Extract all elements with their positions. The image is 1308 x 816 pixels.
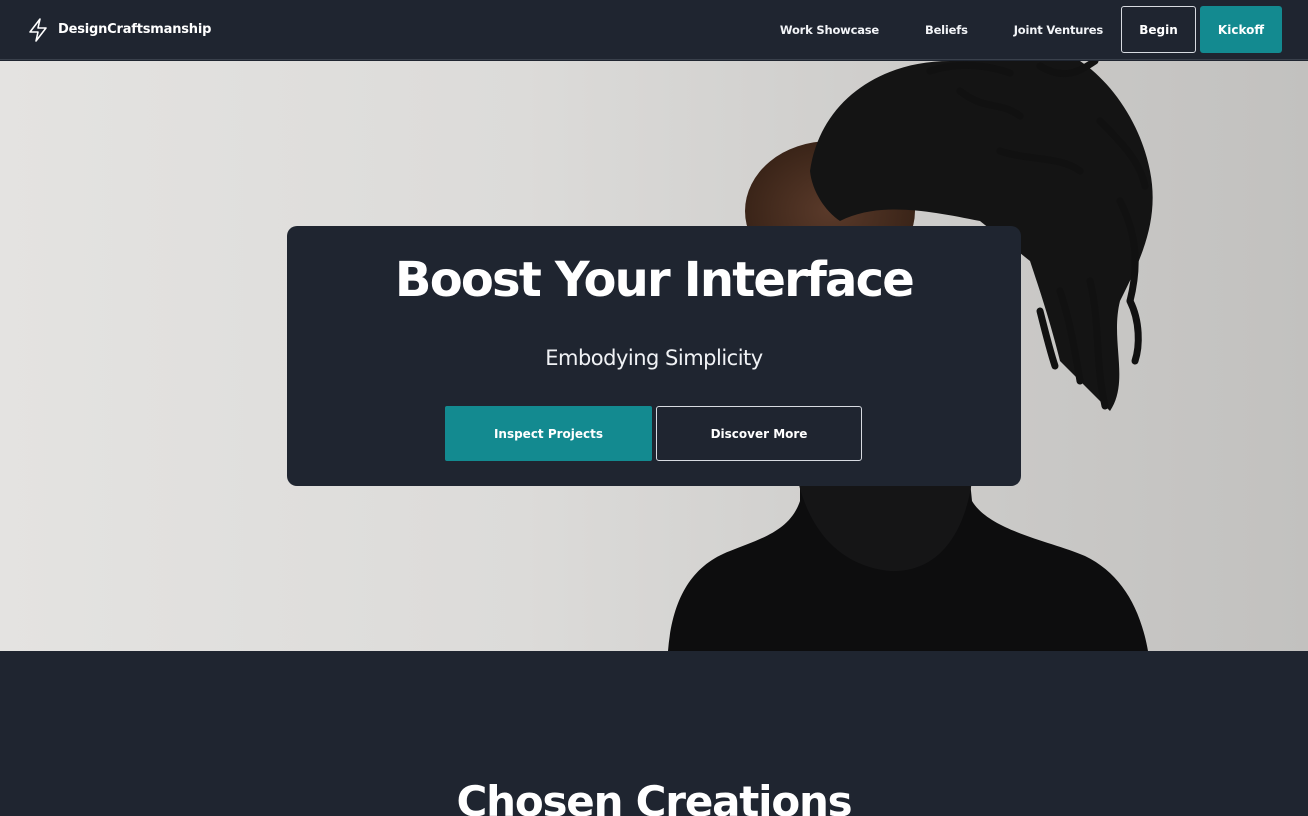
nav-links: Work Showcase Beliefs Joint Ventures Beg…	[780, 6, 1282, 53]
brand-logo[interactable]: DesignCraftsmanship	[28, 17, 212, 42]
begin-button[interactable]: Begin	[1121, 6, 1196, 53]
hero-subtitle: Embodying Simplicity	[545, 346, 763, 370]
lightning-bolt-icon	[29, 17, 47, 42]
hero-section: Boost Your Interface Embodying Simplicit…	[0, 61, 1308, 651]
hero-title: Boost Your Interface	[394, 252, 915, 308]
nav-link-beliefs[interactable]: Beliefs	[925, 23, 968, 37]
chosen-creations-section: Chosen Creations	[0, 651, 1308, 816]
nav-link-joint-ventures[interactable]: Joint Ventures	[1014, 23, 1103, 37]
nav-link-work-showcase[interactable]: Work Showcase	[780, 23, 879, 37]
top-navbar: DesignCraftsmanship Work Showcase Belief…	[0, 0, 1308, 60]
brand-name: DesignCraftsmanship	[58, 22, 212, 37]
inspect-projects-button[interactable]: Inspect Projects	[445, 406, 652, 461]
hero-card: Boost Your Interface Embodying Simplicit…	[287, 226, 1021, 486]
section-title: Chosen Creations	[456, 777, 853, 816]
kickoff-button[interactable]: Kickoff	[1200, 6, 1282, 53]
discover-more-button[interactable]: Discover More	[656, 406, 862, 461]
